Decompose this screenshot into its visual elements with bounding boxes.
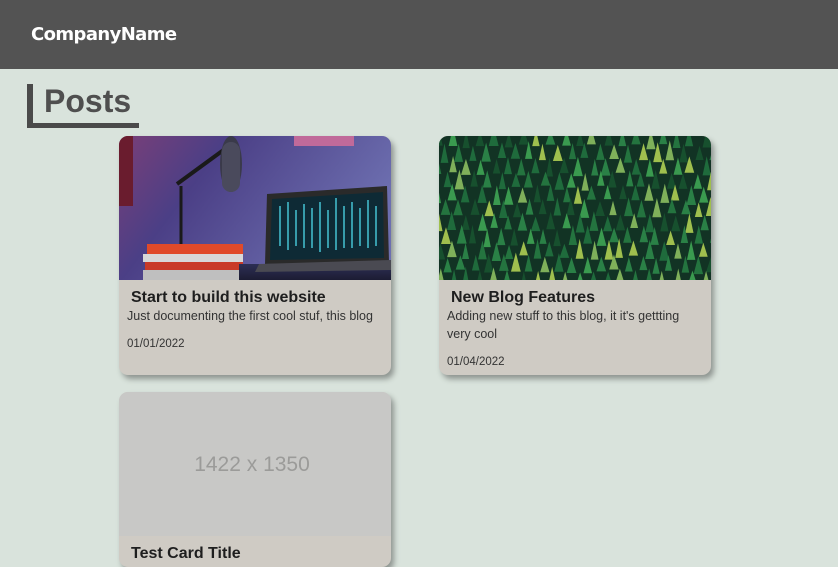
placeholder-size-label: 1422 x 1350 (194, 453, 310, 476)
page-heading-frame: Posts (27, 83, 139, 128)
navbar: CompanyName (0, 0, 838, 69)
card-date: 01/04/2022 (447, 356, 505, 368)
brand-link[interactable]: CompanyName (31, 24, 177, 45)
card-title[interactable]: New Blog Features (451, 289, 595, 307)
card-title[interactable]: Start to build this website (131, 289, 326, 307)
card-image-placeholder: 1422 x 1350 (119, 392, 391, 536)
card-image-forest (439, 136, 711, 280)
card-text: Just documenting the first cool stuf, th… (127, 309, 373, 323)
desk-photo-image (119, 136, 391, 280)
forest-photo-image (439, 136, 711, 280)
card-date: 01/01/2022 (127, 338, 185, 350)
page-title: Posts (44, 83, 132, 119)
post-card[interactable]: New Blog Features Adding new stuff to th… (439, 136, 711, 375)
card-text: Adding new stuff to this blog, it it's g… (447, 309, 680, 341)
post-card[interactable]: 1422 x 1350 Test Card Title (119, 392, 391, 567)
card-title[interactable]: Test Card Title (131, 545, 241, 563)
card-image-desk (119, 136, 391, 280)
post-card[interactable]: Start to build this website Just documen… (119, 136, 391, 375)
